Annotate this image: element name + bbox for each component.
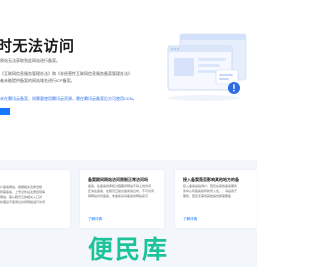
main-section: 时无法访问 原站无法获取到此网站进行备案。 《互联网信息服务管理办法》和《非经营… <box>0 0 257 160</box>
description-line: 原站无法获取到此网站进行备案。 <box>0 58 60 63</box>
watermark-logo: 便民库 <box>87 235 169 264</box>
action-button[interactable] <box>0 108 10 115</box>
card-text-line: 服务，若您无需到其他提供部需要备 <box>183 194 232 198</box>
help-card: 户备案网站，根据相关法律法规 所需备案，上号证件后注册经营等 网站，需从腾讯云的… <box>0 170 70 228</box>
card-text: 户备案网站，根据相关法律法规 所需备案，上号证件后注册经营等 网站，需从腾讯云的… <box>0 185 70 205</box>
browser-illustration <box>167 33 247 101</box>
help-card: 备案期间网站访问限制正常访问吗 备案，在备案的审核过程期间网站不得上线访问 还请… <box>80 170 164 228</box>
description-line: 《互联网信息服务管理办法》和《非经营性互联网信息服务备案管理办法》 <box>0 71 132 76</box>
card-title: 备案期间网站访问限制正常访问吗 <box>88 177 148 182</box>
page-title: 时无法访问 <box>0 38 75 55</box>
card-text: 备案，在备案的审核过程期间网站不得上线访问 还请在备案，在腾讯云提交备案信息时，… <box>88 184 158 199</box>
description-line: 者未能提供备案的网站域名进行ICP备案。 <box>0 78 75 83</box>
card-text-line: 网网站访问备案，未备案请请备案的网站来可 <box>88 194 149 198</box>
learn-more-link[interactable]: 了解详情 <box>88 217 102 222</box>
learn-more-link[interactable]: 了解详情 <box>183 217 197 222</box>
card-text: 接入备案是指用户，若您在其他备案服务 务中心有备案指导新增入住，，请是用于 服务… <box>183 184 253 199</box>
error-page: 时无法访问 原站无法获取到此网站进行备案。 《互联网信息服务管理办法》和《非经营… <box>0 0 257 267</box>
notice-text: 未在腾讯云备案，如需要使用腾讯云资源，需在腾讯云备案后方可使用CDN。 <box>0 96 137 101</box>
card-text-line: 处理后不能通过关闭网络进行访问 <box>0 200 46 204</box>
help-card: 接入备案是否影响其他地方的备 接入备案是指用户，若您在其他备案服务 务中心有备案… <box>175 170 257 228</box>
card-title: 接入备案是否影响其他地方的备 <box>183 177 239 182</box>
